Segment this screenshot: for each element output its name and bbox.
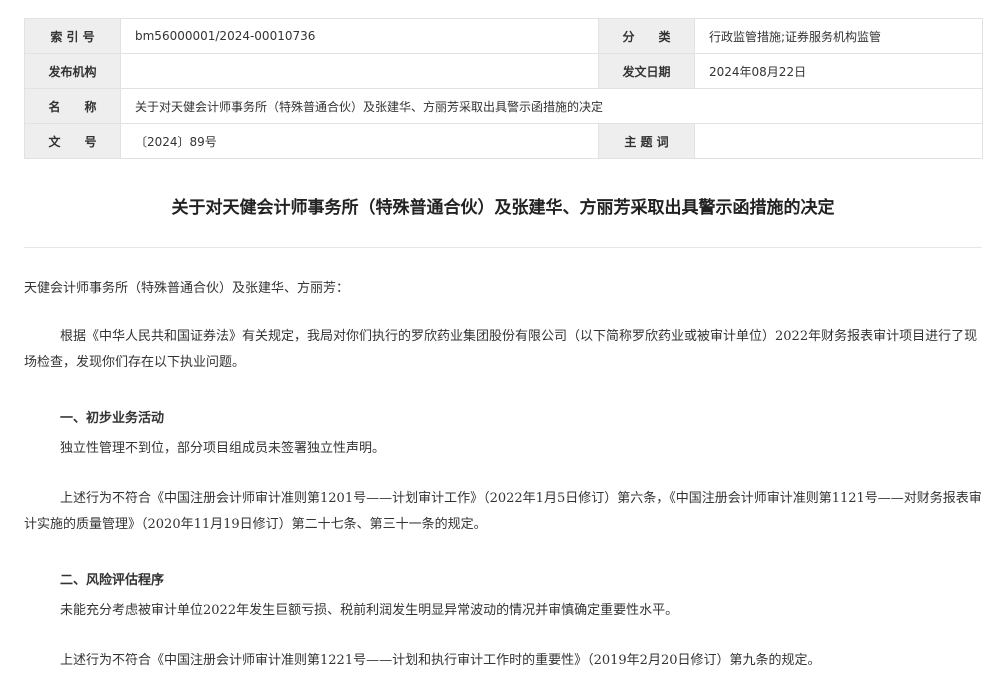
paragraph-violation-1: 上述行为不符合《中国注册会计师审计准则第1201号——计划审计工作》（2022年… [24, 491, 982, 532]
section-heading-initial-activities: 一、初步业务活动 [60, 411, 165, 426]
keyword-label: 主 题 词 [598, 123, 695, 159]
paragraph-independence: 独立性管理不到位，部分项目组成员未签署独立性声明。 [60, 441, 386, 456]
document-meta-table: 索 引 号 bm56000001/2024-00010736 分 类 行政监管措… [24, 18, 983, 159]
index-number-value: bm56000001/2024-00010736 [120, 18, 599, 54]
meta-row-index: 索 引 号 bm56000001/2024-00010736 分 类 行政监管措… [24, 18, 983, 54]
salutation: 天健会计师事务所（特殊普通合伙）及张建华、方丽芳： [24, 281, 350, 296]
index-number-label: 索 引 号 [24, 18, 121, 54]
meta-row-issuer: 发布机构 发文日期 2024年08月22日 [24, 53, 983, 89]
document-page: 索 引 号 bm56000001/2024-00010736 分 类 行政监管措… [0, 0, 1000, 671]
document-title: 关于对天健会计师事务所（特殊普通合伙）及张建华、方丽芳采取出具警示函措施的决定 [171, 198, 835, 218]
meta-row-docno: 文 号 〔2024〕89号 主 题 词 [24, 123, 983, 159]
name-label: 名 称 [24, 88, 121, 124]
paragraph-violation-2: 上述行为不符合《中国注册会计师审计准则第1221号——计划和执行审计工作时的重要… [60, 653, 821, 668]
section-heading-risk-assessment: 二、风险评估程序 [60, 573, 165, 588]
issuer-value [120, 53, 599, 89]
category-label: 分 类 [598, 18, 695, 54]
document-number-label: 文 号 [24, 123, 121, 159]
paragraph-materiality: 未能充分考虑被审计单位2022年发生巨额亏损、税前利润发生明显异常波动的情况并审… [60, 603, 679, 618]
title-divider [24, 247, 982, 248]
category-value: 行政监管措施;证券服务机构监管 [694, 18, 983, 54]
document-number-value: 〔2024〕89号 [120, 123, 599, 159]
keyword-value [694, 123, 983, 159]
issue-date-label: 发文日期 [598, 53, 695, 89]
issue-date-value: 2024年08月22日 [694, 53, 983, 89]
name-value: 关于对天健会计师事务所（特殊普通合伙）及张建华、方丽芳采取出具警示函措施的决定 [120, 88, 983, 124]
paragraph-intro: 根据《中华人民共和国证券法》有关规定，我局对你们执行的罗欣药业集团股份有限公司（… [24, 329, 978, 370]
issuer-label: 发布机构 [24, 53, 121, 89]
meta-row-name: 名 称 关于对天健会计师事务所（特殊普通合伙）及张建华、方丽芳采取出具警示函措施… [24, 88, 983, 124]
